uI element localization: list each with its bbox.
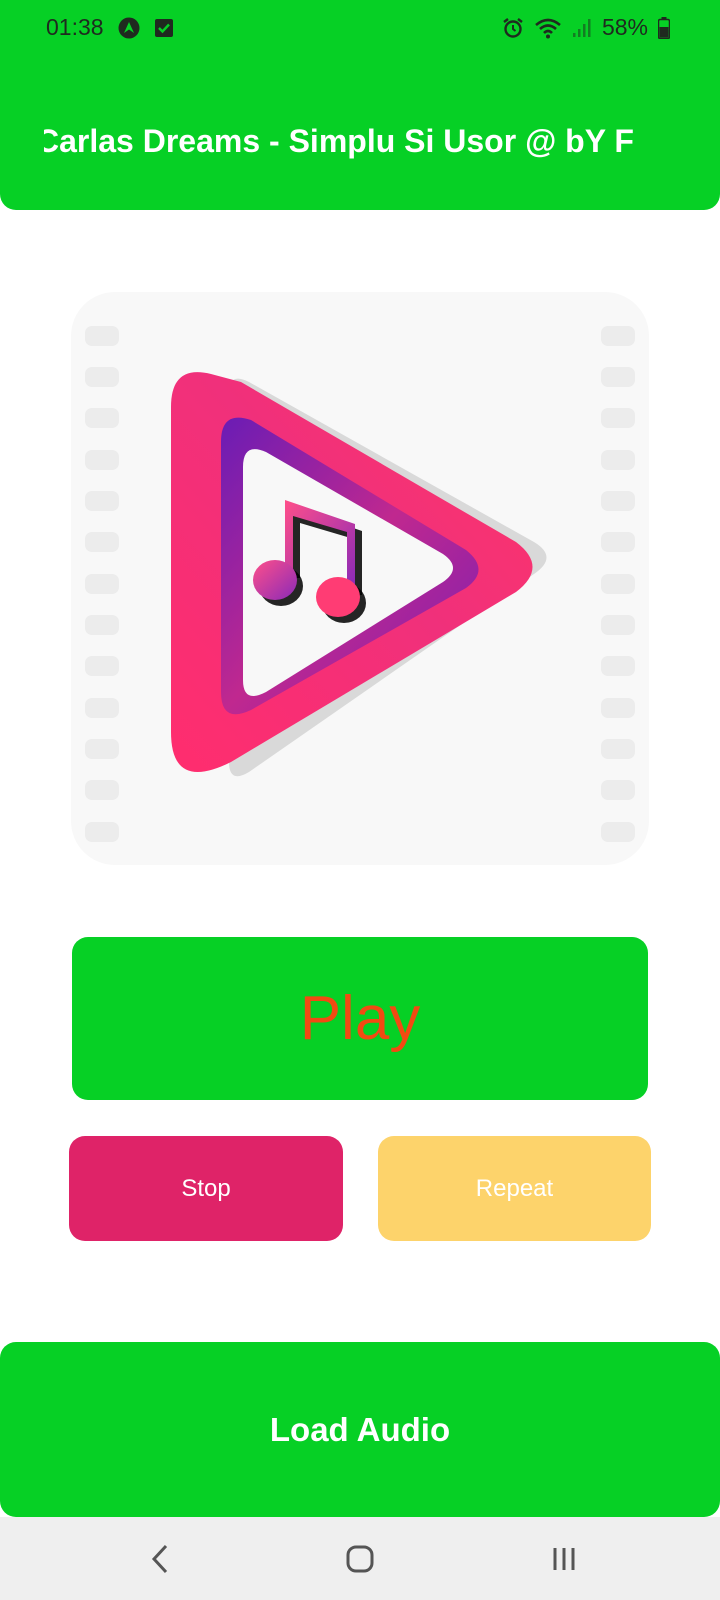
load-audio-button[interactable]: Load Audio <box>0 1342 720 1517</box>
signal-icon <box>572 18 592 38</box>
recents-icon[interactable] <box>534 1539 594 1579</box>
top-header: 01:38 58% Carlas Dreams - Simplu Si Usor… <box>0 0 720 210</box>
alarm-icon <box>502 17 524 39</box>
status-bar: 01:38 58% <box>0 8 720 48</box>
android-auto-icon <box>118 17 140 39</box>
battery-icon <box>658 16 670 39</box>
system-nav-bar <box>0 1517 720 1600</box>
album-artwork <box>71 292 649 865</box>
battery-percent: 58% <box>601 14 648 40</box>
checkbox-notification-icon <box>154 18 174 38</box>
status-time: 01:38 <box>46 14 104 40</box>
wifi-icon <box>534 17 562 39</box>
app-screen: 01:38 58% Carlas Dreams - Simplu Si Usor… <box>0 0 720 1600</box>
home-icon[interactable] <box>330 1539 390 1579</box>
song-title: Carlas Dreams - Simplu Si Usor @ bY F <box>44 123 634 159</box>
back-icon[interactable] <box>130 1539 190 1579</box>
play-button[interactable]: Play <box>72 937 648 1100</box>
stop-button[interactable]: Stop <box>69 1136 343 1241</box>
repeat-button[interactable]: Repeat <box>378 1136 651 1241</box>
music-play-logo-icon <box>71 292 649 865</box>
song-title-marquee: Carlas Dreams - Simplu Si Usor @ bY F <box>44 118 676 168</box>
